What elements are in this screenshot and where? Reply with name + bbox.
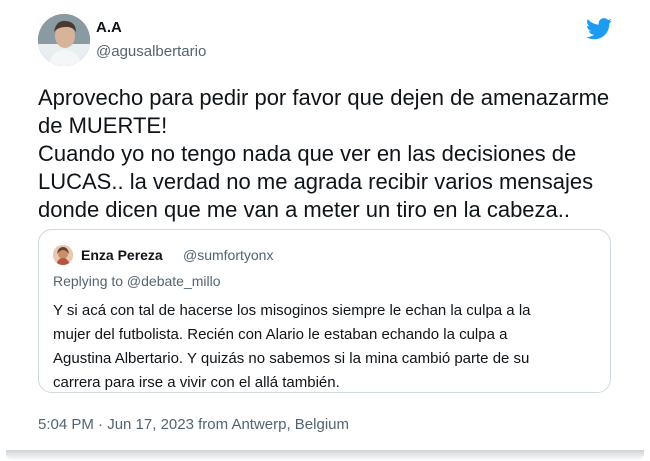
card-shadow [6, 450, 644, 461]
quoted-text: Y si acá con tal de hacerse los misogino… [53, 299, 603, 395]
quoted-text-line: Y si acá con tal de hacerse los misogino… [53, 302, 531, 319]
replying-to-label: Replying to @debate_millo [53, 273, 221, 289]
tweet-text-line: Cuando yo no tengo nada que ver en las d… [38, 141, 577, 166]
twitter-bird-icon[interactable] [586, 18, 612, 40]
tweet-text-line: donde dicen que me van a meter un tiro e… [38, 197, 571, 222]
profile-photo-icon [38, 14, 90, 66]
quoted-text-line: carrera para irse a vivir con el allá ta… [53, 374, 340, 391]
tweet-text: Aprovecho para pedir por favor que dejen… [38, 84, 628, 224]
tweet-text-line: de MUERTE! [38, 113, 168, 138]
author-avatar[interactable] [38, 14, 90, 66]
quoted-profile-photo-icon [53, 245, 73, 265]
author-display-name[interactable]: A.A [96, 19, 122, 36]
tweet-timestamp[interactable]: 5:04 PM · Jun 17, 2023 from Antwerp, Bel… [38, 416, 349, 433]
author-handle[interactable]: @agusalbertario [96, 43, 206, 60]
quoted-handle[interactable]: @sumfortyonx [183, 247, 273, 263]
tweet-text-line: Aprovecho para pedir por favor que dejen… [38, 85, 610, 110]
quoted-author-avatar[interactable] [53, 245, 73, 265]
tweet-card: A.A @agusalbertario Aprovecho para pedir… [0, 0, 650, 452]
quoted-display-name[interactable]: Enza Pereza [81, 247, 163, 263]
quoted-tweet[interactable]: Enza Pereza @sumfortyonx Replying to @de… [38, 229, 611, 393]
tweet-text-line: LUCAS.. la verdad no me agrada recibir v… [38, 169, 594, 194]
quoted-text-line: Agustina Albertario. Y quizás no sabemos… [53, 350, 530, 367]
quoted-text-line: mujer del futbolista. Recién con Alario … [53, 326, 508, 343]
